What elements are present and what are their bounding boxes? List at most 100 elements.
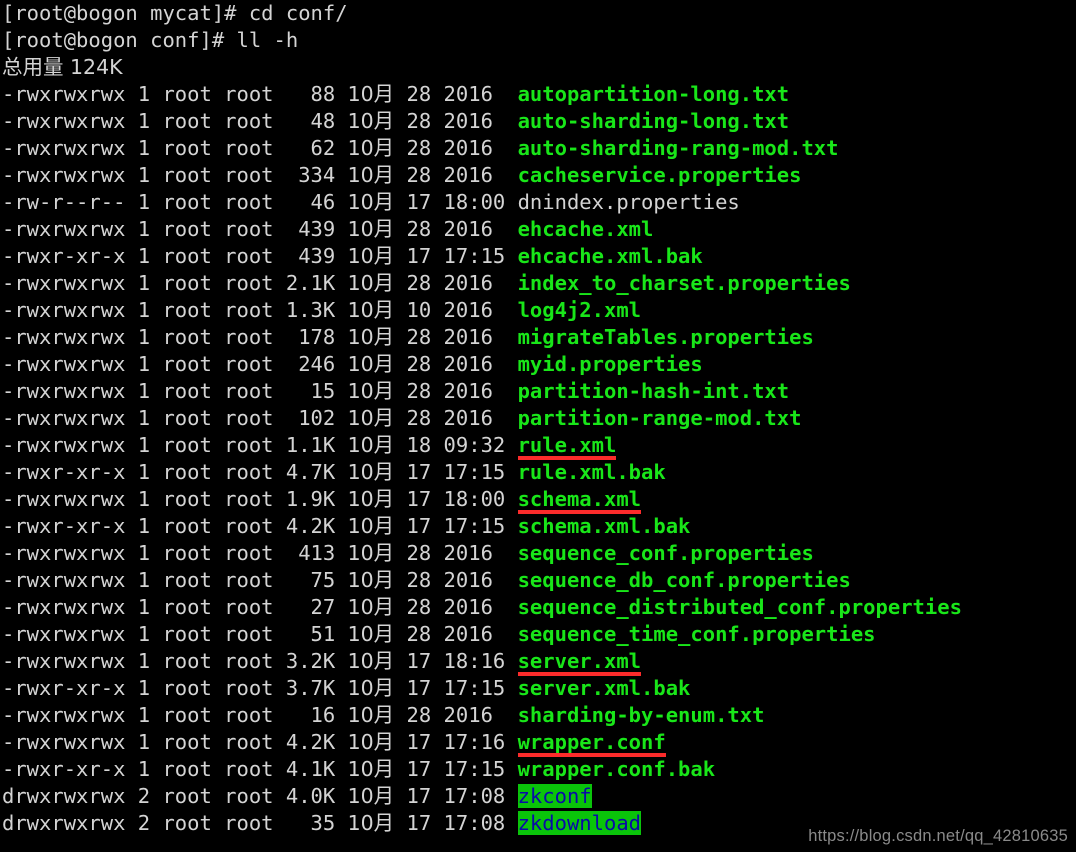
file-datetime: 17 17:15 [394,244,518,268]
file-month: 10月 [347,109,395,133]
file-metadata: -rwxrwxrwx 1 root root 439 [2,217,348,241]
file-datetime: 17 17:15 [394,460,518,484]
file-metadata: -rwxr-xr-x 1 root root 4.7K [2,460,348,484]
file-metadata: -rwxr-xr-x 1 root root 439 [2,244,348,268]
file-metadata: -rwxrwxrwx 1 root root 178 [2,325,348,349]
file-datetime: 18 09:32 [394,433,518,457]
file-month: 10月 [347,406,395,430]
filename-wrapper: ehcache.xml.bak [518,243,703,270]
filename-wrapper: schema.xml.bak [518,513,691,540]
file-row: -rwxr-xr-x 1 root root 4.1K 10月 17 17:15… [0,756,1076,783]
filename-wrapper: rule.xml [517,432,617,460]
file-row: -rwxrwxrwx 1 root root 88 10月 28 2016 au… [0,81,1076,108]
file-name: partition-hash-int.txt [517,379,790,403]
file-datetime: 28 2016 [394,541,518,565]
filename-wrapper: zkdownload [517,810,642,837]
filename-wrapper: partition-hash-int.txt [518,378,790,405]
terminal-window: [root@bogon mycat]# cd conf/ [root@bogon… [0,0,1076,852]
file-row: -rwxr-xr-x 1 root root 4.7K 10月 17 17:15… [0,459,1076,486]
file-month: 10月 [347,811,395,835]
file-datetime: 28 2016 [394,352,518,376]
file-month: 10月 [347,136,395,160]
file-row: -rwxrwxrwx 1 root root 62 10月 28 2016 au… [0,135,1076,162]
file-month: 10月 [347,82,395,106]
filename-wrapper: schema.xml [517,486,642,514]
file-row: -rwxrwxrwx 1 root root 439 10月 28 2016 e… [0,216,1076,243]
file-row: -rwxrwxrwx 1 root root 413 10月 28 2016 s… [0,540,1076,567]
filename-wrapper: server.xml.bak [518,675,691,702]
file-month: 10月 [347,190,395,214]
file-row: -rwxrwxrwx 1 root root 178 10月 28 2016 m… [0,324,1076,351]
filename-wrapper: partition-range-mod.txt [518,405,802,432]
file-name: schema.xml [517,487,642,511]
file-row: -rw-r--r-- 1 root root 46 10月 17 18:00 d… [0,189,1076,216]
file-name: sequence_conf.properties [517,541,814,565]
filename-wrapper: cacheservice.properties [518,162,802,189]
file-month: 10月 [347,325,395,349]
file-metadata: -rwxrwxrwx 1 root root 2.1K [2,271,348,295]
file-month: 10月 [347,460,395,484]
file-metadata: -rwxrwxrwx 1 root root 48 [2,109,348,133]
file-row: -rwxrwxrwx 1 root root 1.1K 10月 18 09:32… [0,432,1076,460]
file-datetime: 28 2016 [394,703,518,727]
file-row: -rwxrwxrwx 1 root root 51 10月 28 2016 se… [0,621,1076,648]
file-month: 10月 [347,163,395,187]
file-row: -rwxr-xr-x 1 root root 3.7K 10月 17 17:15… [0,675,1076,702]
file-datetime: 17 17:16 [394,730,518,754]
file-metadata: -rwxrwxrwx 1 root root 15 [2,379,348,403]
file-row: drwxrwxrwx 2 root root 4.0K 10月 17 17:08… [0,783,1076,810]
file-datetime: 10 2016 [394,298,518,322]
file-datetime: 17 17:08 [394,784,518,808]
file-name: auto-sharding-rang-mod.txt [517,136,839,160]
filename-wrapper: wrapper.conf.bak [518,756,715,783]
file-metadata: -rwxrwxrwx 1 root root 51 [2,622,348,646]
file-metadata: -rwxrwxrwx 1 root root 88 [2,82,348,106]
file-datetime: 28 2016 [394,568,518,592]
file-metadata: -rwxrwxrwx 1 root root 16 [2,703,348,727]
file-name: dnindex.properties [517,190,740,214]
file-row: -rwxrwxrwx 1 root root 1.9K 10月 17 18:00… [0,486,1076,514]
file-row: -rwxrwxrwx 1 root root 1.3K 10月 10 2016 … [0,297,1076,324]
file-datetime: 28 2016 [394,163,518,187]
file-name: sequence_db_conf.properties [517,568,851,592]
file-month: 10月 [347,244,395,268]
file-name: ehcache.xml.bak [517,244,703,268]
file-month: 10月 [347,433,395,457]
file-datetime: 17 17:15 [394,514,518,538]
file-month: 10月 [347,730,395,754]
file-row: -rwxrwxrwx 1 root root 27 10月 28 2016 se… [0,594,1076,621]
file-datetime: 28 2016 [394,109,518,133]
file-metadata: -rwxr-xr-x 1 root root 4.1K [2,757,348,781]
file-name: rule.xml [517,433,617,457]
file-metadata: -rwxrwxrwx 1 root root 75 [2,568,348,592]
file-month: 10月 [347,568,395,592]
filename-wrapper: auto-sharding-long.txt [518,108,790,135]
file-name: wrapper.conf.bak [517,757,716,781]
file-name: migrateTables.properties [517,325,814,349]
file-name: ehcache.xml [517,217,654,241]
file-datetime: 28 2016 [394,595,518,619]
prompt-line-2: [root@bogon conf]# ll -h [2,28,299,52]
file-metadata: -rwxr-xr-x 1 root root 4.2K [2,514,348,538]
file-metadata: drwxrwxrwx 2 root root 4.0K [2,784,348,808]
file-name: partition-range-mod.txt [517,406,802,430]
file-metadata: -rw-r--r-- 1 root root 46 [2,190,348,214]
file-datetime: 17 17:08 [394,811,518,835]
file-row: -rwxrwxrwx 1 root root 334 10月 28 2016 c… [0,162,1076,189]
file-month: 10月 [347,379,395,403]
file-datetime: 28 2016 [394,82,518,106]
file-month: 10月 [347,784,395,808]
file-row: -rwxrwxrwx 1 root root 4.2K 10月 17 17:16… [0,729,1076,757]
file-datetime: 17 18:16 [394,649,518,673]
file-name: myid.properties [517,352,703,376]
file-metadata: -rwxrwxrwx 1 root root 1.9K [2,487,348,511]
file-datetime: 28 2016 [394,271,518,295]
filename-wrapper: auto-sharding-rang-mod.txt [518,135,839,162]
file-datetime: 28 2016 [394,325,518,349]
file-name: cacheservice.properties [517,163,802,187]
directory-name: zkdownload [517,811,642,835]
file-row: -rwxrwxrwx 1 root root 246 10月 28 2016 m… [0,351,1076,378]
file-name: index_to_charset.properties [517,271,851,295]
filename-wrapper: autopartition-long.txt [518,81,790,108]
file-month: 10月 [347,514,395,538]
